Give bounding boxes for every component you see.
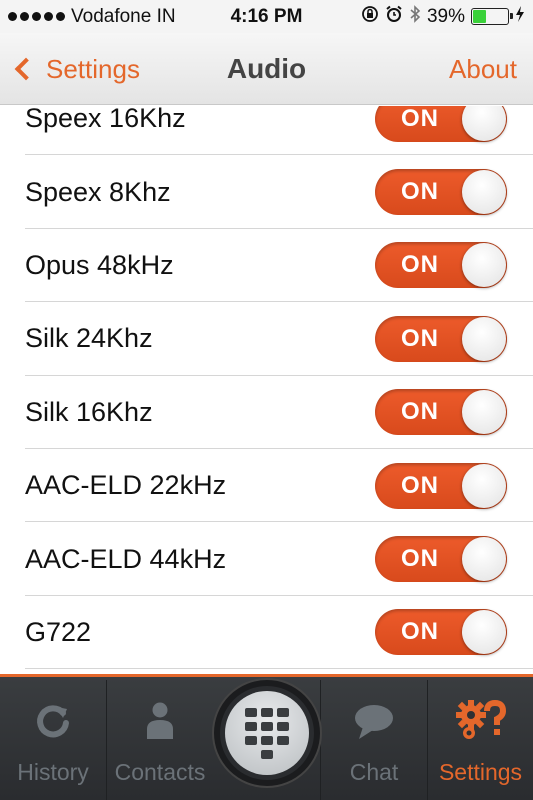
keypad-button[interactable] [214,680,320,786]
codec-label: Opus 48kHz [25,249,174,280]
tab-history-label: History [17,759,89,785]
codec-row: Silk 24Khz ON [0,302,533,376]
speech-bubble-icon [353,703,395,747]
codec-row: G722 ON [0,596,533,670]
codec-label: Silk 16Khz [25,396,153,427]
status-left: Vodafone IN [8,6,176,28]
tab-chat[interactable]: Chat [321,680,427,800]
codec-row: Opus 48kHz ON [0,229,533,303]
toggle-state-label: ON [401,398,439,426]
toggle-state-label: ON [401,471,439,499]
tab-settings-label: Settings [438,759,523,785]
codec-label: AAC-ELD 22kHz [25,470,227,501]
status-bar: Vodafone IN 4:16 PM 39% [0,0,533,33]
gears-question-icon [455,699,507,747]
orientation-lock-icon [361,5,379,28]
codec-toggle[interactable]: ON [375,315,507,362]
codec-label: Speex 16Khz [25,106,186,134]
alarm-icon [385,5,403,28]
toggle-knob [462,243,506,288]
tab-contacts-label: Contacts [114,759,206,785]
chevron-left-icon [14,57,38,81]
toggle-state-label: ON [401,106,439,132]
codec-label: Speex 8Khz [25,176,171,207]
toggle-state-label: ON [401,324,439,352]
toggle-state-label: ON [401,618,439,646]
toggle-knob [462,610,506,655]
tab-chat-label: Chat [349,759,399,785]
back-button[interactable]: Settings [12,33,140,105]
battery-percent: 39% [426,5,465,27]
toggle-state-label: ON [401,251,439,279]
toggle-knob [462,106,506,141]
keypad-button-face [225,691,309,775]
toggle-state-label: ON [401,178,439,206]
codec-label: G722 [25,616,92,647]
codec-row: Speex 16Khz ON [0,106,533,156]
person-icon [145,701,175,747]
toggle-state-label: ON [401,545,439,573]
toggle-knob [462,170,506,215]
codec-toggle[interactable]: ON [375,609,507,656]
codec-list-viewport[interactable]: Speex 16Khz ON Speex 8Khz ON Opus 48kHz ON Sil… [0,106,533,676]
refresh-icon [33,701,73,747]
nav-bar: Settings Audio About [0,33,533,105]
toggle-knob [462,316,506,361]
codec-row: Silk 16Khz ON [0,376,533,450]
tab-history[interactable]: History [0,680,106,800]
codec-toggle[interactable]: ON [375,462,507,509]
codec-row: AAC-ELD 44kHz ON [0,522,533,597]
carrier-label: Vodafone IN [71,5,176,27]
codec-toggle[interactable]: ON [375,242,507,289]
toggle-knob [462,390,506,435]
keypad-icon [245,707,289,759]
codec-list: Speex 16Khz ON Speex 8Khz ON Opus 48kHz ON Sil… [0,106,533,670]
codec-label: Silk 24Khz [25,323,153,354]
toggle-knob [462,463,506,508]
codec-toggle[interactable]: ON [375,536,507,583]
tab-settings[interactable]: Settings [428,680,533,800]
codec-label: AAC-ELD 44kHz [25,543,227,574]
tab-contacts[interactable]: Contacts [107,680,213,800]
bluetooth-icon [409,5,421,28]
codec-row: Speex 8Khz ON [0,155,533,230]
status-right: 39% [361,5,525,28]
codec-row: AAC-ELD 22kHz ON [0,449,533,523]
signal-dots-icon [8,12,65,21]
codec-toggle[interactable]: ON [375,169,507,216]
codec-toggle[interactable]: ON [375,106,507,142]
codec-toggle[interactable]: ON [375,389,507,436]
about-button[interactable]: About [449,33,517,105]
back-button-label: Settings [46,53,140,84]
battery-icon [471,8,513,25]
charging-icon [515,6,525,27]
toggle-knob [462,537,506,582]
